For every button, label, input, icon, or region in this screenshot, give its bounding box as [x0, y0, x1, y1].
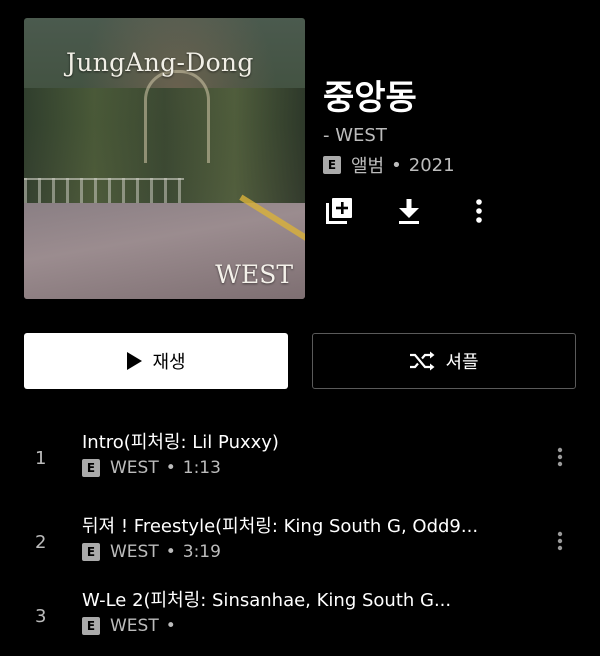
- cover-arch: [144, 70, 210, 163]
- add-to-library-icon[interactable]: [323, 195, 355, 227]
- download-icon[interactable]: [393, 195, 425, 227]
- album-type: 앨범: [351, 156, 385, 177]
- cover-fence: [24, 178, 184, 204]
- track-duration: 1:13: [182, 458, 221, 478]
- album-title: 중앙동: [323, 78, 417, 118]
- album-cover: JungAng-Dong WEST: [24, 18, 305, 299]
- track-separator: •: [165, 458, 176, 478]
- track-title: Intro(피처링: Lil Puxxy): [82, 432, 279, 453]
- track-subtitle: E WEST •: [82, 616, 183, 636]
- shuffle-button[interactable]: 셔플: [312, 333, 576, 389]
- explicit-badge: E: [82, 617, 100, 635]
- track-subtitle: E WEST • 1:13: [82, 458, 221, 478]
- track-more-icon[interactable]: [548, 442, 572, 472]
- album-actions: [323, 195, 495, 227]
- album-meta: E 앨범 • 2021: [323, 152, 455, 178]
- more-vert-icon[interactable]: [463, 195, 495, 227]
- track-title: 뒤져 ! Freestyle(피처링: King South G, Odd9..…: [82, 516, 479, 537]
- album-artist[interactable]: - WEST: [323, 125, 387, 146]
- track-duration: 3:19: [182, 542, 221, 562]
- track-more-icon[interactable]: [548, 526, 572, 556]
- meta-separator: •: [391, 154, 402, 176]
- track-artist: WEST: [110, 458, 159, 478]
- track-artist: WEST: [110, 616, 159, 636]
- track-row[interactable]: 1 Intro(피처링: Lil Puxxy) E WEST • 1:13: [0, 428, 600, 498]
- track-title: W-Le 2(피처링: Sinsanhae, King South G...: [82, 590, 452, 611]
- track-separator: •: [165, 542, 176, 562]
- explicit-badge: E: [82, 543, 100, 561]
- explicit-badge: E: [82, 459, 100, 477]
- play-icon: [127, 352, 143, 370]
- track-separator: •: [165, 616, 176, 636]
- shuffle-label: 셔플: [445, 352, 479, 373]
- shuffle-icon: [410, 351, 435, 371]
- track-number: 1: [35, 448, 47, 469]
- play-label: 재생: [152, 352, 186, 373]
- album-year: 2021: [408, 154, 455, 176]
- cover-title-text: JungAng-Dong: [66, 48, 254, 77]
- track-number: 3: [35, 606, 47, 627]
- play-button[interactable]: 재생: [24, 333, 288, 389]
- cover-artist-text: WEST: [215, 260, 293, 289]
- track-artist: WEST: [110, 542, 159, 562]
- explicit-badge: E: [323, 156, 341, 174]
- track-subtitle: E WEST • 3:19: [82, 542, 221, 562]
- track-row[interactable]: 2 뒤져 ! Freestyle(피처링: King South G, Odd9…: [0, 512, 600, 582]
- track-number: 2: [35, 532, 47, 553]
